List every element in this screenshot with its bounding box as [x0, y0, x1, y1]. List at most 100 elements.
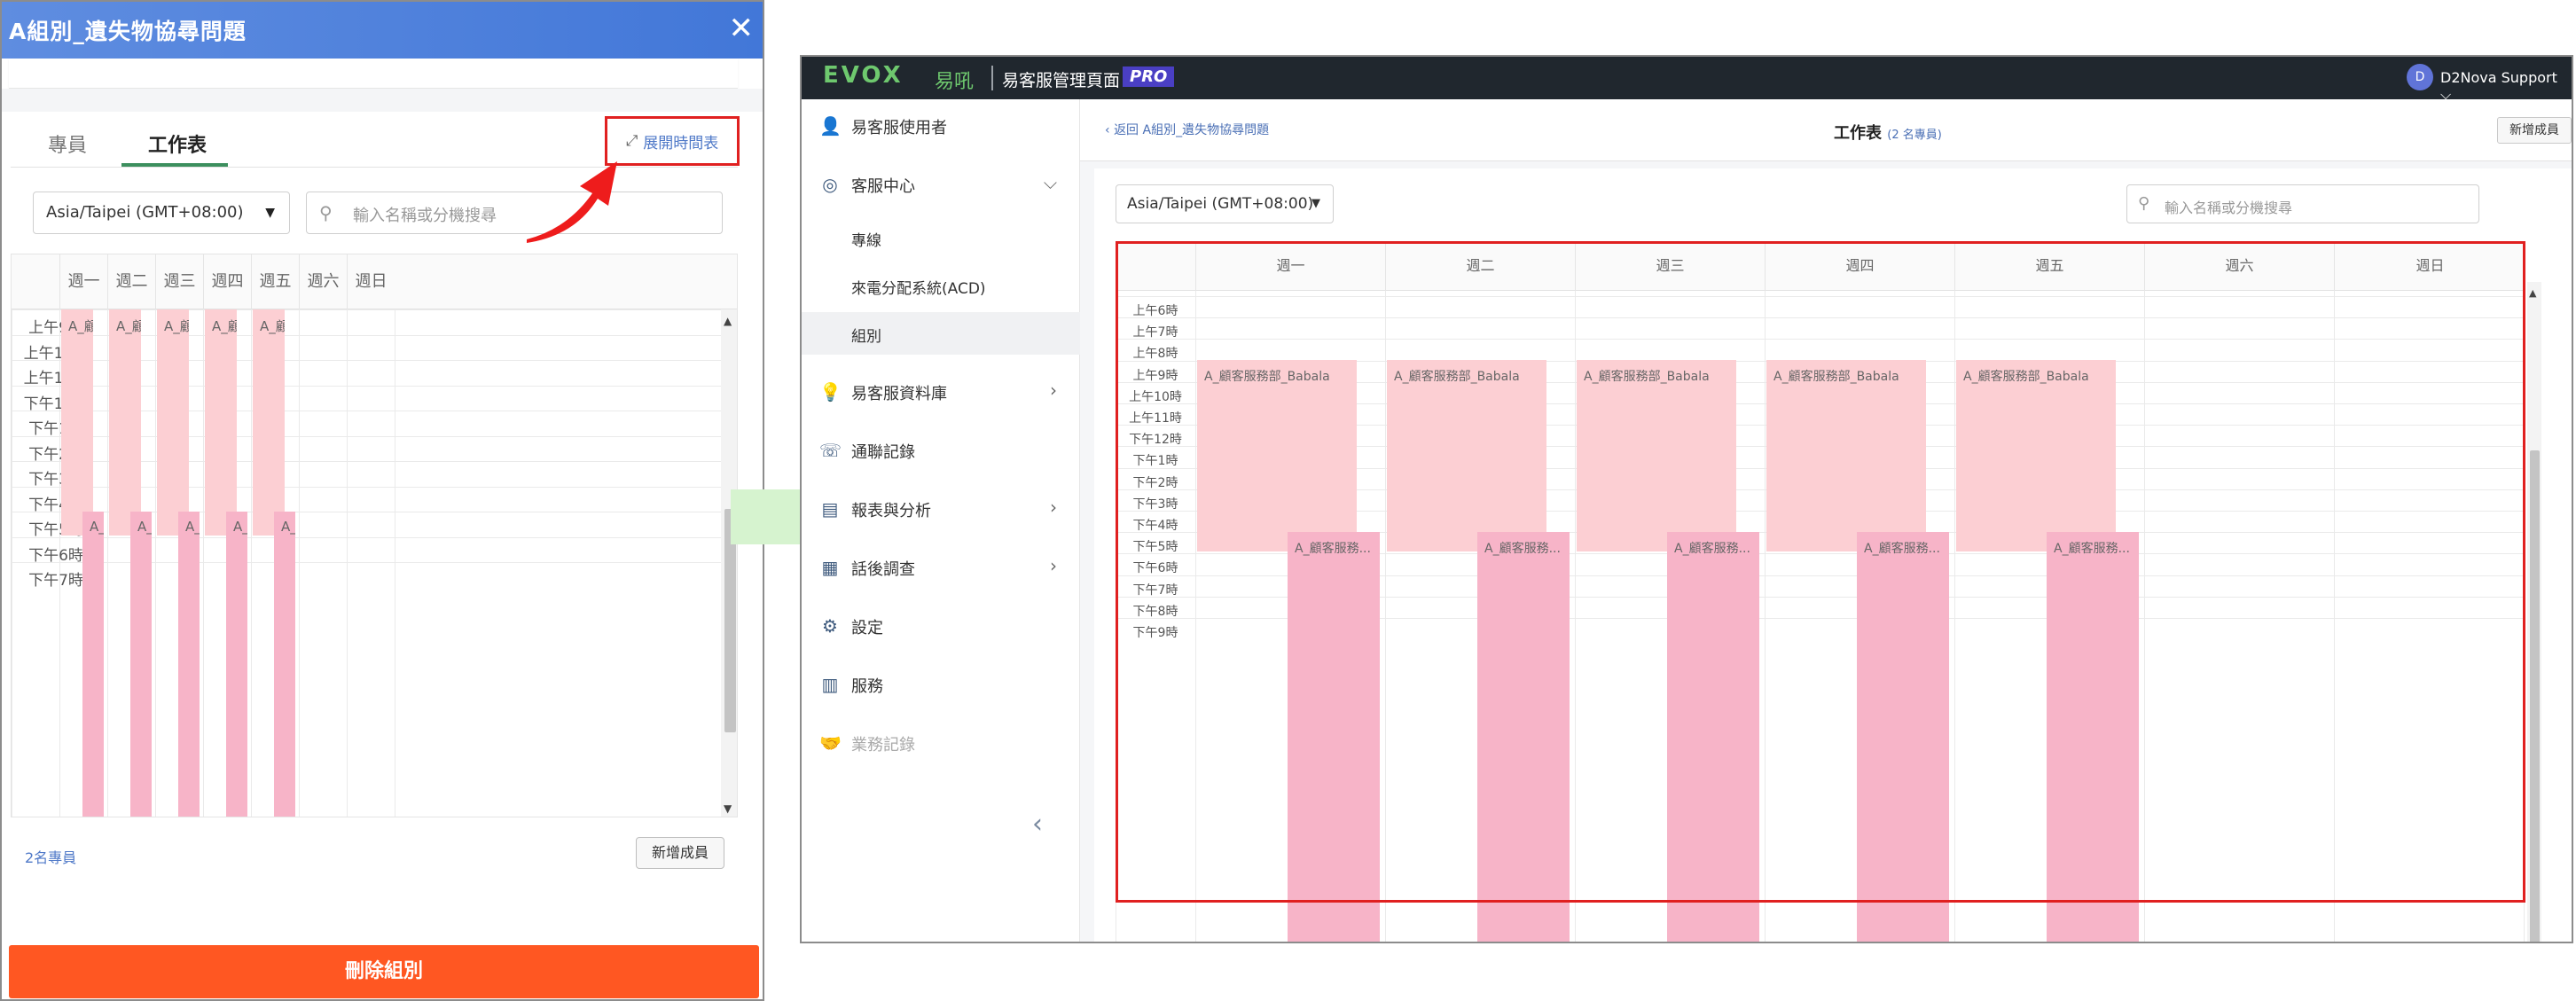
delete-group-button[interactable]: 刪除組別 — [9, 945, 759, 998]
scroll-up-icon[interactable]: ▲ — [724, 315, 732, 327]
sidebar: 👤 易客服使用者 ◎ 客服中心 ⌵ 專線 來電分配系統(ACD) 組別 💡 易客… — [802, 99, 1080, 942]
expand-schedule-label: 展開時間表 — [643, 134, 719, 152]
avatar[interactable]: D — [2407, 64, 2433, 90]
chevron-down-icon: ⌵ — [1043, 172, 1057, 193]
dialog-top-strip — [9, 59, 738, 89]
sidebar-sub-label: 來電分配系統(ACD) — [851, 280, 986, 298]
sidebar-item-label: 服務 — [851, 677, 883, 696]
close-icon[interactable]: ✕ — [729, 9, 755, 48]
day-header-sun: 週日 — [347, 254, 395, 309]
sidebar-collapse-icon[interactable]: ‹ — [1032, 809, 1043, 840]
search-icon: ⚲ — [2138, 194, 2150, 213]
sidebar-sub-label: 專線 — [851, 232, 881, 250]
sidebar-item-service-center[interactable]: ◎ 客服中心 ⌵ — [802, 158, 1080, 211]
timezone-select[interactable]: Asia/Taipei (GMT+08:00) ▼ — [1116, 184, 1334, 223]
grid-row-line — [12, 536, 721, 538]
tab-worksheet[interactable]: 工作表 — [148, 129, 207, 158]
shift-block[interactable]: A_顧... — [61, 309, 93, 536]
sidebar-item-survey[interactable]: ▦ 話後調查 › — [802, 541, 1080, 594]
sidebar-sub-label: 組別 — [851, 328, 881, 346]
highlight-frame — [1116, 241, 2525, 903]
dialog-title: A組別_遺失物協尋問題 — [9, 19, 247, 44]
day-header-mon: 週一 — [59, 254, 107, 309]
schedule-grid: 週一 週二 週三 週四 週五 週六 週日 上午9時 上午10時 上午11時 下午12時… — [11, 254, 738, 817]
sidebar-item-label: 客服中心 — [851, 177, 915, 196]
add-member-button[interactable]: 新增成員 — [2497, 117, 2572, 144]
group-dialog: A組別_遺失物協尋問題 ✕ 專員 工作表 ⤢ 展開時間表 Asia/Taipei… — [0, 0, 764, 1001]
handshake-icon: 🤝 — [819, 732, 842, 754]
sidebar-item-label: 易客服使用者 — [851, 119, 947, 137]
sidebar-item-label: 業務記錄 — [851, 736, 915, 755]
back-link[interactable]: ‹ 返回 A組別_遺失物協尋問題 — [1105, 121, 1269, 138]
sidebar-item-users[interactable]: 👤 易客服使用者 — [802, 99, 1080, 152]
tab-active-underline — [121, 163, 228, 167]
shift-block[interactable]: A_顧... — [253, 309, 285, 536]
timezone-value: Asia/Taipei (GMT+08:00) — [46, 203, 244, 222]
day-header-fri: 週五 — [251, 254, 299, 309]
shift-block[interactable]: A_... — [274, 512, 295, 817]
sidebar-sub-groups[interactable]: 組別 — [802, 312, 1080, 355]
shift-block[interactable]: A_顧... — [205, 309, 237, 536]
survey-icon: ▦ — [821, 557, 839, 578]
expand-schedule-button[interactable]: ⤢ 展開時間表 — [605, 116, 740, 166]
worksheet-title: 工作表 — [1834, 124, 1882, 143]
evox-logo: EVOX — [823, 62, 904, 89]
sidebar-item-call-log[interactable]: ☏ 通聯記錄 — [802, 424, 1080, 477]
sidebar-item-label: 通聯記錄 — [851, 443, 915, 462]
sidebar-item-settings[interactable]: ⚙ 設定 — [802, 599, 1080, 653]
worksheet-card: 專員 工作表 ⤢ 展開時間表 Asia/Taipei (GMT+08:00) ▼… — [11, 112, 740, 892]
schedule-scrollbar[interactable]: ▲ — [2527, 282, 2541, 942]
grid-row-line — [12, 562, 721, 563]
caret-down-icon: ▼ — [265, 206, 275, 220]
shift-block[interactable]: A_... — [82, 512, 104, 817]
search-placeholder: 輸入名稱或分機搜尋 — [353, 207, 497, 225]
search-input[interactable]: ⚲ 輸入名稱或分機搜尋 — [2126, 184, 2479, 223]
scroll-down-icon[interactable]: ▼ — [724, 802, 732, 815]
user-icon: 👤 — [819, 115, 842, 137]
add-member-button[interactable]: 新增成員 — [636, 837, 724, 869]
pro-badge: PRO — [1123, 66, 1175, 87]
worksheet-card: Asia/Taipei (GMT+08:00) ▼ ⚲ 輸入名稱或分機搜尋 週一… — [1094, 168, 2572, 942]
sidebar-item-reports[interactable]: ▤ 報表與分析 › — [802, 482, 1080, 536]
page-header: ‹ 返回 A組別_遺失物協尋問題 工作表 (2 名專員) 新增成員 — [1080, 99, 2572, 161]
schedule-grid-header: 週一 週二 週三 週四 週五 週六 週日 — [12, 254, 737, 309]
sidebar-item-label: 易客服資料庫 — [851, 385, 947, 403]
sidebar-item-database[interactable]: 💡 易客服資料庫 › — [802, 365, 1080, 418]
schedule-grid-body: 上午9時 上午10時 上午11時 下午12時 下午1時 下午2時 下午3時 下午4時 下午5時下… — [12, 309, 721, 817]
shift-block[interactable]: A_... — [226, 512, 247, 817]
shift-block[interactable]: A_... — [178, 512, 200, 817]
service-icon: ▥ — [821, 674, 839, 695]
search-input[interactable]: ⚲ 輸入名稱或分機搜尋 — [306, 192, 723, 234]
bulb-icon: 💡 — [819, 381, 842, 403]
top-bar: EVOX 易吼 易客服管理頁面 PRO D D2Nova Support ⌵ — [802, 57, 2572, 103]
logo-separator — [991, 66, 993, 90]
tab-bar-border — [11, 167, 738, 168]
scroll-up-icon[interactable]: ▲ — [2529, 287, 2536, 299]
day-header-wed: 週三 — [155, 254, 203, 309]
dialog-header: A組別_遺失物協尋問題 ✕ — [2, 2, 763, 59]
sidebar-item-label: 話後調查 — [851, 560, 915, 579]
shift-block[interactable]: A_顧... — [157, 309, 189, 536]
screenshot-root: A組別_遺失物協尋問題 ✕ 專員 工作表 ⤢ 展開時間表 Asia/Taipei… — [0, 0, 2576, 1001]
sidebar-item-service[interactable]: ▥ 服務 — [802, 658, 1080, 711]
timezone-select[interactable]: Asia/Taipei (GMT+08:00) ▼ — [33, 192, 290, 234]
expand-icon: ⤢ — [625, 132, 638, 150]
sidebar-sub-acd[interactable]: 來電分配系統(ACD) — [802, 264, 1080, 307]
gear-icon: ⚙ — [822, 615, 838, 637]
back-link-label: 返回 A組別_遺失物協尋問題 — [1114, 123, 1270, 137]
chevron-left-icon: ‹ — [1105, 123, 1115, 137]
chevron-right-icon: › — [1050, 555, 1057, 576]
chevron-right-icon: › — [1050, 497, 1057, 518]
tab-members[interactable]: 專員 — [48, 129, 87, 158]
headset-icon: ◎ — [822, 174, 838, 195]
shift-block[interactable]: A_... — [130, 512, 152, 817]
red-arrow-icon — [527, 161, 617, 243]
chart-icon: ▤ — [821, 498, 839, 520]
scroll-thumb[interactable] — [2530, 450, 2540, 942]
shift-block[interactable]: A_顧... — [109, 309, 141, 536]
dialog-gap — [2, 89, 763, 112]
admin-window: EVOX 易吼 易客服管理頁面 PRO D D2Nova Support ⌵ 👤… — [800, 55, 2573, 943]
sidebar-sub-hotline[interactable]: 專線 — [802, 216, 1080, 259]
evox-logo-cn: 易吼 — [935, 71, 975, 93]
sidebar-item-label: 設定 — [851, 619, 883, 637]
